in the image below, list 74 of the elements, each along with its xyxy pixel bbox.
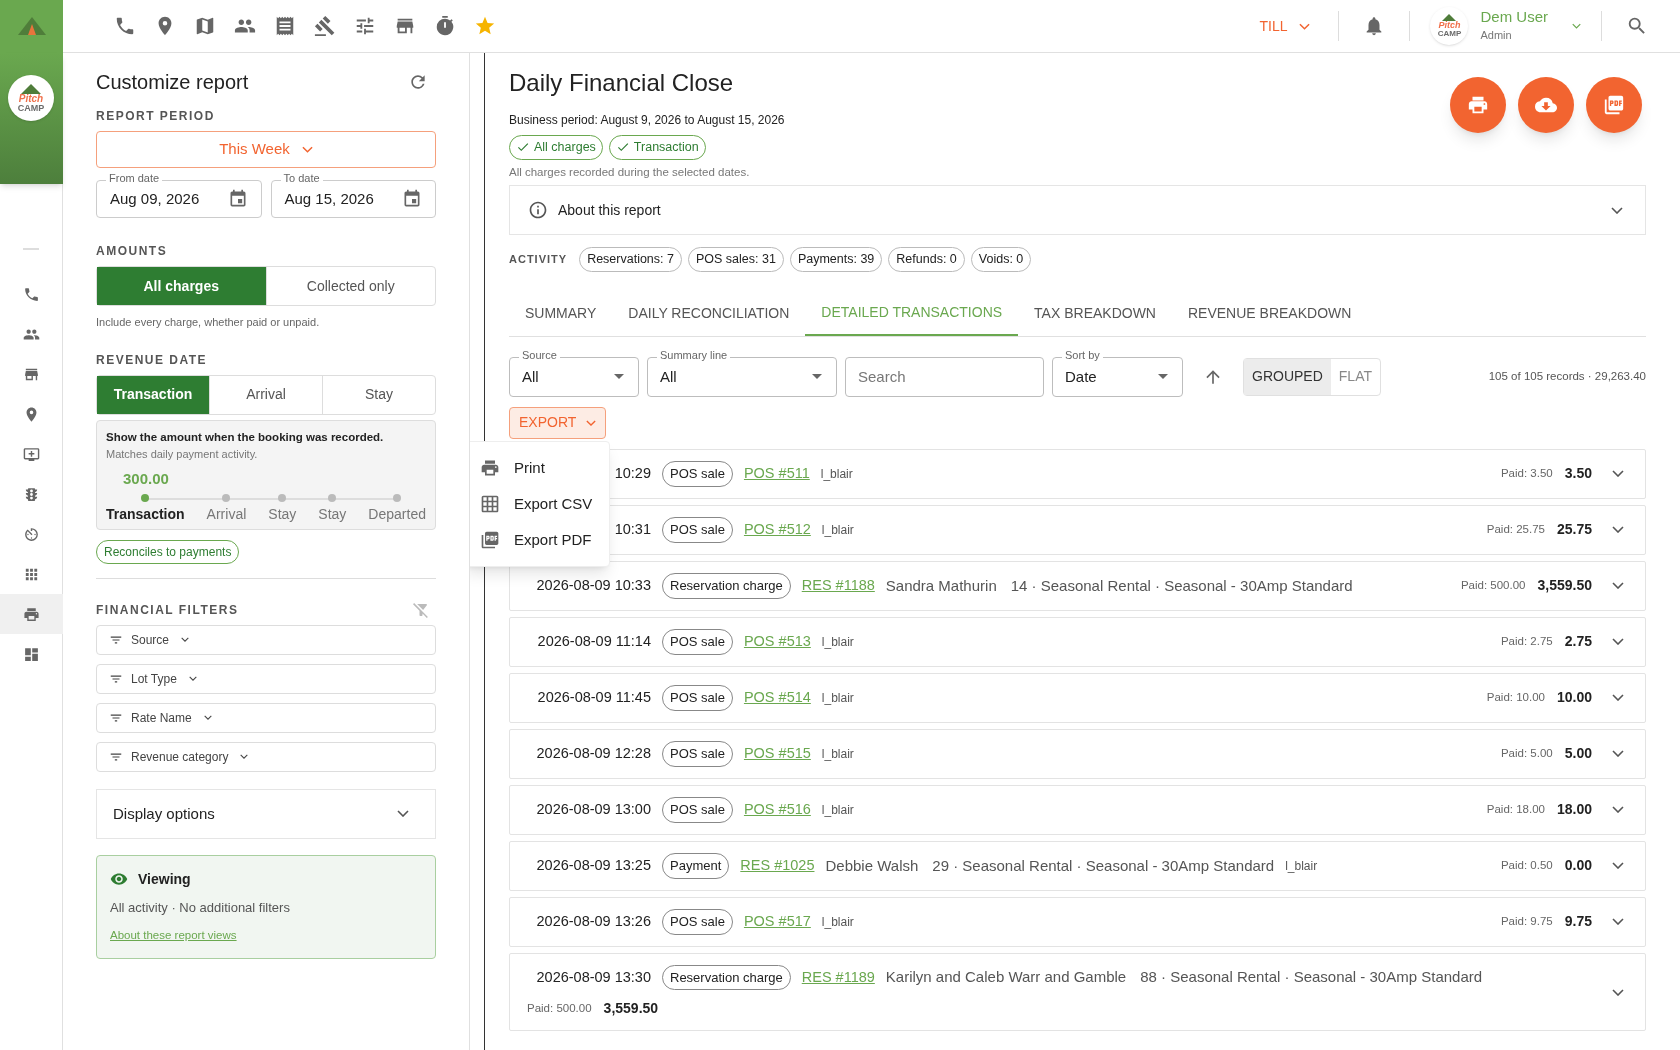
- field-label: Sort by: [1062, 349, 1103, 361]
- row-datetime: 2026-08-09 11:14: [537, 631, 651, 651]
- total-amount: 0.00: [1564, 856, 1592, 876]
- info-subtitle: Matches daily payment activity.: [106, 446, 259, 462]
- row-datetime: 2026-08-09 13:26: [536, 911, 651, 931]
- guest-name: Debbie Walsh: [825, 855, 919, 876]
- viewing-text: All activity · No additional filters: [110, 898, 291, 917]
- business-period: Business period: August 9, 2026 to August 15, 2026: [509, 112, 785, 129]
- total-amount: 18.00: [1556, 800, 1592, 820]
- paid-amount: Paid: 500.00: [527, 1001, 592, 1017]
- user-handle: l_blair: [1285, 857, 1318, 875]
- viewing-title: Viewing: [138, 869, 191, 889]
- user-handle: l_blair: [821, 801, 854, 819]
- user-handle: l_blair: [820, 465, 853, 483]
- paid-amount: Paid: 3.50: [1500, 466, 1553, 482]
- section-label: REPORT PERIOD: [96, 108, 216, 125]
- user-handle: l_blair: [821, 913, 854, 931]
- section-label: FINANCIAL FILTERS: [96, 601, 239, 619]
- row-datetime: 2026-08-09 13:30: [536, 967, 651, 987]
- records-summary: 105 of 105 records · 29,263.40: [1488, 369, 1646, 385]
- user-role: Admin: [1480, 28, 1513, 44]
- total-amount: 10.00: [1556, 688, 1592, 708]
- paid-amount: Paid: 0.50: [1500, 858, 1553, 874]
- field-label: Source: [519, 349, 560, 361]
- total-amount: 3.50: [1564, 464, 1592, 484]
- user-handle: l_blair: [821, 521, 854, 539]
- row-datetime: 2026-08-09 13:25: [536, 855, 651, 875]
- report-title: Daily Financial Close: [509, 68, 735, 98]
- stop-label: Stay: [268, 504, 297, 524]
- row-datetime: 10:29: [614, 463, 651, 483]
- row-datetime: 10:31: [614, 519, 651, 539]
- total-amount: 25.75: [1556, 520, 1592, 540]
- row-datetime: 2026-08-09 11:45: [537, 687, 651, 707]
- paid-amount: Paid: 9.75: [1500, 914, 1553, 930]
- stop-label: Transaction: [106, 504, 185, 524]
- total-amount: 2.75: [1564, 632, 1592, 652]
- hint-text: Include every charge, whether paid or unpaid.: [96, 315, 321, 330]
- user-name: Dem User: [1480, 8, 1548, 28]
- user-handle: l_blair: [821, 689, 854, 707]
- field-label: Summary line: [657, 349, 731, 361]
- site-detail: 88 · Seasonal Rental · Seasonal - 30Amp Standard: [1140, 967, 1483, 988]
- guest-name: Sandra Mathurin: [885, 575, 997, 596]
- user-handle: l_blair: [821, 633, 854, 651]
- activity-label: ACTIVITY: [509, 252, 568, 268]
- paid-amount: Paid: 5.00: [1500, 746, 1553, 762]
- panel-title: Customize report: [96, 70, 249, 95]
- row-datetime: 2026-08-09 10:33: [536, 575, 651, 595]
- paid-amount: Paid: 2.75: [1500, 634, 1553, 650]
- logo: Pitch CAMP: [8, 75, 54, 121]
- logo: Pitch CAMP: [1430, 7, 1469, 45]
- site-detail: 29 · Seasonal Rental · Seasonal - 30Amp Standard: [932, 855, 1275, 876]
- total-amount: 3,559.50: [603, 999, 659, 1019]
- field-label: To date: [280, 173, 323, 184]
- user-handle: l_blair: [821, 745, 854, 763]
- slider-value: 300.00: [123, 469, 170, 490]
- info-title: Show the amount when the booking was recorded.: [106, 429, 385, 445]
- paid-amount: Paid: 10.00: [1486, 690, 1545, 706]
- total-amount: 9.75: [1564, 912, 1592, 932]
- total-amount: 5.00: [1564, 744, 1592, 764]
- hint-text: All charges recorded during the selected dates.: [509, 164, 751, 180]
- paid-amount: Paid: 25.75: [1486, 522, 1545, 538]
- row-datetime: 2026-08-09 13:00: [536, 799, 651, 819]
- guest-name: Karilyn and Caleb Warr and Gamble: [885, 967, 1127, 988]
- site-detail: 14 · Seasonal Rental · Seasonal - 30Amp Standard: [1010, 575, 1353, 596]
- stop-label: Stay: [318, 504, 347, 524]
- paid-amount: Paid: 18.00: [1486, 802, 1545, 818]
- row-datetime: 2026-08-09 12:28: [536, 743, 651, 763]
- total-amount: 3,559.50: [1537, 576, 1592, 596]
- section-label: REVENUE DATE: [96, 351, 209, 369]
- section-label: AMOUNTS: [96, 243, 169, 260]
- stop-label: Departed: [368, 504, 426, 524]
- field-label: From date: [106, 173, 163, 184]
- paid-amount: Paid: 500.00: [1460, 578, 1526, 594]
- stop-label: Arrival: [206, 504, 247, 524]
